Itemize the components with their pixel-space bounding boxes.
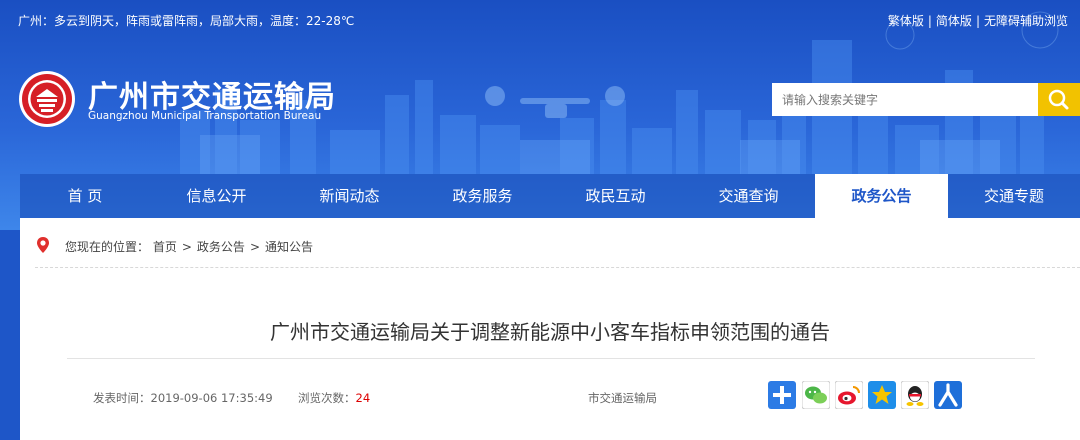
title-divider (67, 358, 1035, 359)
breadcrumb-home[interactable]: 首页 (153, 240, 177, 254)
breadcrumb-prefix: 您现在的位置： (65, 240, 150, 254)
publish-info: 发表时间：2019-09-06 17:35:49 (93, 390, 273, 406)
nav-info-disclosure[interactable]: 信息公开 (150, 174, 283, 218)
breadcrumb-separator: > (249, 240, 260, 254)
site-header: 广州：多云到阴天，阵雨或雷阵雨，局部大雨，温度：22-28℃ 繁体版 | 简体版 | 无… (0, 0, 1080, 230)
version-links: 繁体版 | 简体版 | 无障碍辅助浏览 (888, 12, 1068, 29)
views-label: 浏览次数： (298, 391, 356, 405)
search-button[interactable] (1038, 83, 1080, 116)
nav-traffic-query[interactable]: 交通查询 (682, 174, 815, 218)
renren-icon[interactable] (934, 381, 962, 409)
traditional-chinese-link[interactable]: 繁体版 (888, 14, 924, 28)
weather-text: 广州：多云到阴天，阵雨或雷阵雨，局部大雨，温度：22-28℃ (18, 14, 355, 28)
weibo-icon[interactable] (835, 381, 863, 409)
view-count: 24 (355, 391, 371, 405)
nav-home[interactable]: 首 页 (20, 174, 150, 218)
breadcrumb-notices[interactable]: 通知公告 (265, 240, 313, 254)
link-separator: | (975, 14, 980, 28)
top-info-bar: 广州：多云到阴天，阵雨或雷阵雨，局部大雨，温度：22-28℃ 繁体版 | 简体版 | 无… (18, 10, 1068, 32)
nav-traffic-topics[interactable]: 交通专题 (948, 174, 1080, 218)
qq-icon[interactable] (901, 381, 929, 409)
view-count-info: 浏览次数：24 (298, 390, 370, 406)
main-navigation: 首 页 信息公开 新闻动态 政务服务 政民互动 交通查询 政务公告 交通专题 (20, 174, 1080, 218)
search-icon (1048, 89, 1069, 110)
breadcrumb-divider (35, 267, 1080, 268)
accessibility-link[interactable]: 无障碍辅助浏览 (984, 14, 1068, 28)
wechat-icon[interactable] (802, 381, 830, 409)
article-title: 广州市交通运输局关于调整新能源中小客车指标申领范围的通告 (270, 320, 830, 344)
location-pin-icon (37, 237, 49, 253)
main-content: 您现在的位置： 首页 > 政务公告 > 通知公告 广州市交通运输局关于调整新能源中小客车… (20, 218, 1080, 440)
nav-news[interactable]: 新闻动态 (283, 174, 416, 218)
qzone-icon[interactable] (868, 381, 896, 409)
publish-label: 发表时间： (93, 391, 151, 405)
bureau-emblem-logo[interactable] (18, 70, 76, 128)
plus-icon[interactable] (768, 381, 796, 409)
simplified-chinese-link[interactable]: 简体版 (936, 14, 972, 28)
breadcrumb-trail: 您现在的位置： 首页 > 政务公告 > 通知公告 (65, 238, 313, 255)
breadcrumb-separator: > (181, 240, 192, 254)
breadcrumb-announcements[interactable]: 政务公告 (197, 240, 245, 254)
link-separator: | (927, 14, 932, 28)
nav-announcements[interactable]: 政务公告 (815, 174, 948, 218)
article-source: 市交通运输局 (588, 391, 657, 405)
nav-public-interaction[interactable]: 政民互动 (549, 174, 682, 218)
publish-time: 2019-09-06 17:35:49 (150, 391, 273, 405)
nav-government-services[interactable]: 政务服务 (416, 174, 549, 218)
search-input[interactable] (772, 83, 1038, 116)
site-title-english: Guangzhou Municipal Transportation Burea… (88, 110, 322, 122)
